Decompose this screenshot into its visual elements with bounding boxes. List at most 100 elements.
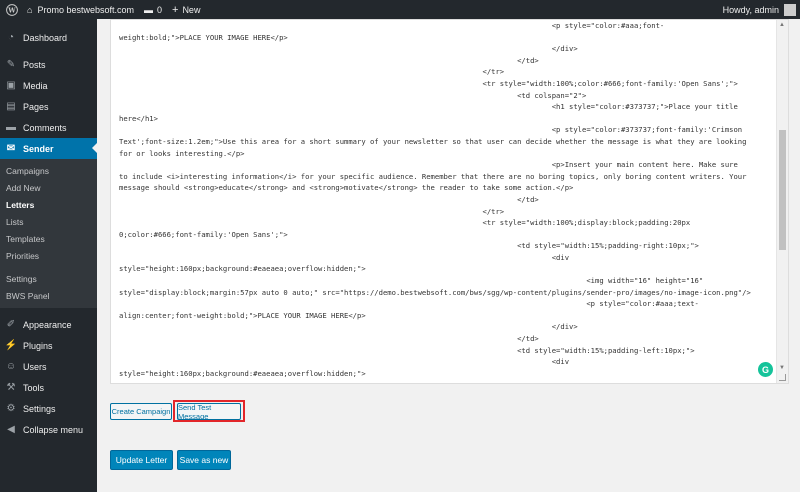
collapse-icon: ◀ [7, 424, 15, 435]
sidebar-item-comments[interactable]: ▬ Comments [0, 117, 97, 138]
submenu-item-priorities[interactable]: Priorities [0, 247, 97, 264]
sidebar-item-label: Tools [23, 382, 45, 393]
scroll-down-icon[interactable]: ▼ [779, 365, 785, 371]
comment-bubble-icon: ▬ [143, 4, 153, 15]
submenu-item-campaigns[interactable]: Campaigns [0, 162, 97, 179]
submenu-item-templates[interactable]: Templates [0, 230, 97, 247]
sidebar-item-label: Comments [23, 122, 67, 133]
code-line: Text';font-size:1.2em;">Use this area fo… [119, 136, 747, 146]
create-campaign-button[interactable]: Create Campaign [110, 403, 172, 420]
grammarly-icon[interactable]: G [758, 362, 773, 377]
wordpress-logo-icon[interactable]: W [2, 0, 22, 19]
code-line: message should <strong>educate</strong> … [119, 183, 574, 193]
code-line: </div> [119, 322, 578, 332]
code-line: here</h1> [119, 113, 158, 123]
code-line: <tr style="width:100%;color:#666;font-fa… [119, 78, 738, 88]
plug-icon: ⚡ [4, 340, 18, 351]
sidebar-item-posts[interactable]: ✎ Posts [0, 54, 97, 75]
sidebar-item-label: Posts [23, 59, 46, 70]
sidebar-item-label: Settings [23, 403, 56, 414]
comments-icon: ▬ [6, 122, 16, 133]
envelope-icon: ✉ [6, 143, 16, 154]
sidebar-item-label: Pages [23, 101, 49, 112]
code-line: weight:bold;">PLACE YOUR IMAGE HERE</p> [119, 32, 288, 42]
sidebar-item-dashboard[interactable]: ◔ Dashboard [0, 27, 97, 48]
code-line: <p style="color:#aaa;text- [119, 299, 699, 309]
code-line: </td> [119, 194, 539, 204]
sidebar-item-label: Plugins [23, 340, 53, 351]
code-line: </td> [119, 55, 539, 65]
submenu-item-add-new[interactable]: Add New [0, 179, 97, 196]
code-line: <p style="color:#aaa;font- [119, 21, 665, 30]
code-line: <div [119, 357, 570, 367]
home-icon: ⌂ [27, 4, 33, 15]
new-label: New [182, 4, 201, 15]
settings-icon: ⚙ [6, 403, 16, 414]
pages-icon: ▤ [6, 101, 16, 112]
code-line: <tr style="width:100%;display:block;padd… [119, 218, 691, 228]
code-line: style="height:160px;background:#eaeaea;o… [119, 368, 366, 378]
plus-icon: + [172, 3, 179, 16]
submenu-item-bws-panel[interactable]: BWS Panel [0, 287, 97, 304]
sidebar-item-settings[interactable]: ⚙ Settings [0, 398, 97, 419]
code-text[interactable]: <p style="color:#aaa;font-weight:bold;">… [111, 20, 788, 379]
letter-code-editor[interactable]: <p style="color:#aaa;font-weight:bold;">… [110, 19, 789, 384]
new-content-link[interactable]: + New [167, 0, 205, 19]
sidebar-item-label: Media [23, 80, 48, 91]
media-icon: ▣ [6, 80, 16, 91]
code-line: </div> [119, 44, 578, 54]
submenu-item-settings[interactable]: Settings [0, 270, 97, 287]
sidebar-item-pages[interactable]: ▤ Pages [0, 96, 97, 117]
wrench-icon: ⚒ [6, 382, 16, 393]
submenu-item-lists[interactable]: Lists [0, 213, 97, 230]
code-line: align:center;font-weight:bold;">PLACE YO… [119, 310, 366, 320]
code-line: <p>Insert your main content here. Make s… [119, 160, 738, 170]
users-icon: ☺ [5, 361, 17, 372]
code-line: </td> [119, 334, 539, 344]
scrollbar-thumb[interactable] [779, 130, 786, 250]
save-as-new-button[interactable]: Save as new [177, 450, 231, 470]
sidebar-item-label: Collapse menu [23, 424, 84, 435]
resize-handle[interactable] [779, 374, 786, 381]
admin-bar: W ⌂ Promo bestwebsoft.com ▬ 0 + New Howd… [0, 0, 800, 19]
sidebar-item-plugins[interactable]: ⚡ Plugins [0, 335, 97, 356]
sender-submenu: Campaigns Add New Letters Lists Templates Pri… [0, 159, 97, 308]
code-line: <td colspan="2"> [119, 90, 587, 100]
sidebar-item-media[interactable]: ▣ Media [0, 75, 97, 96]
code-line: <h1 style="color:#373737;">Place your ti… [119, 102, 738, 112]
greeting: Howdy, admin [722, 4, 779, 15]
code-line: </tr> [119, 67, 505, 77]
editor-scrollbar[interactable]: ▲ ▼ [776, 20, 788, 383]
avatar [784, 3, 796, 16]
code-line: <img width="16" height="16" [119, 276, 704, 286]
sidebar-item-label: Appearance [23, 319, 72, 330]
code-line: 0;color:#666;font-family:'Open Sans';"> [119, 229, 288, 239]
code-line: <td style="width:15%;padding-right:10px;… [119, 241, 699, 251]
sidebar-item-label: Users [23, 361, 47, 372]
sidebar-item-label: Dashboard [23, 32, 68, 43]
submenu-item-letters[interactable]: Letters [0, 196, 97, 213]
code-line: for or looks interesting.</p> [119, 148, 245, 158]
sidebar-item-label: Sender [23, 143, 54, 154]
sidebar-item-appearance[interactable]: ✐ Appearance [0, 314, 97, 335]
code-line: <td style="width:15%;padding-left:10px;"… [119, 345, 695, 355]
scroll-up-icon[interactable]: ▲ [779, 22, 785, 28]
code-line: style="display:block;margin:57px auto 0 … [119, 287, 751, 297]
account-menu[interactable]: Howdy, admin [718, 0, 800, 19]
brush-icon: ✐ [6, 319, 16, 330]
sidebar-item-collapse-menu[interactable]: ◀ Collapse menu [0, 419, 97, 440]
code-line: </tr> [119, 206, 505, 216]
site-name-link[interactable]: ⌂ Promo bestwebsoft.com [22, 0, 139, 19]
pin-icon: ✎ [6, 59, 16, 70]
site-name: Promo bestwebsoft.com [37, 4, 134, 15]
svg-text:W: W [7, 6, 16, 14]
sidebar-item-users[interactable]: ☺ Users [0, 356, 97, 377]
comments-count: 0 [156, 4, 162, 15]
code-line: style="height:160px;background:#eaeaea;o… [119, 264, 366, 274]
sidebar-item-tools[interactable]: ⚒ Tools [0, 377, 97, 398]
sidebar-item-sender[interactable]: ✉ Sender [0, 138, 97, 159]
code-line: <p style="color:#373737;font-family:'Cri… [119, 125, 743, 135]
admin-sidebar: ◔ Dashboard ✎ Posts ▣ Media ▤ Pages ▬ Comments ✉… [0, 19, 97, 492]
update-letter-button[interactable]: Update Letter [110, 450, 173, 470]
comments-link[interactable]: ▬ 0 [139, 0, 167, 19]
